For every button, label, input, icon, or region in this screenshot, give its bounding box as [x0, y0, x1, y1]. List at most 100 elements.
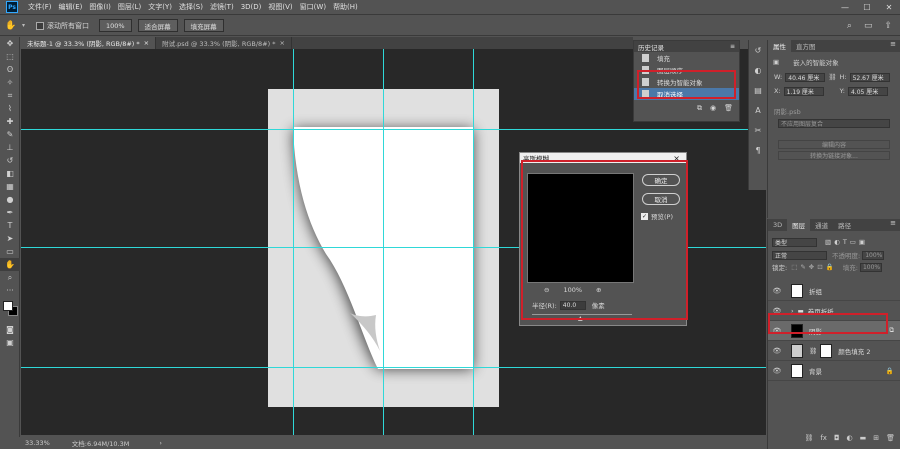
- path-select-icon[interactable]: ➤: [0, 232, 20, 245]
- panel-menu-icon[interactable]: ≡: [890, 219, 900, 231]
- group-icon[interactable]: ▬: [860, 434, 867, 442]
- trash-icon[interactable]: 🗑: [886, 434, 895, 442]
- foreground-color[interactable]: [3, 301, 13, 311]
- camera-icon[interactable]: ◉: [710, 104, 716, 113]
- screen-mode-icon[interactable]: ▣: [0, 336, 20, 349]
- eye-icon[interactable]: 👁: [771, 347, 783, 355]
- scroll-all-windows[interactable]: 滚动所有窗口: [36, 21, 89, 31]
- gradient-tool-icon[interactable]: ▦: [0, 180, 20, 193]
- pen-tool-icon[interactable]: ✒: [0, 206, 20, 219]
- maximize-icon[interactable]: ☐: [856, 0, 878, 15]
- panel-menu-icon[interactable]: ≡: [730, 43, 735, 50]
- x-field[interactable]: 1.19 厘米: [783, 86, 824, 96]
- new-layer-icon[interactable]: ⊞: [873, 434, 879, 442]
- menu-select[interactable]: 选择(S): [179, 2, 203, 12]
- tab-layers[interactable]: 图层: [787, 219, 811, 231]
- add-mask-icon[interactable]: ◘: [834, 434, 840, 442]
- filter-icons[interactable]: ▧◐T▭▣: [825, 238, 868, 246]
- close-icon[interactable]: ×: [144, 39, 149, 47]
- layer-comp-select[interactable]: 不应用图层复合: [778, 119, 890, 128]
- trash-icon[interactable]: 🗑: [724, 104, 733, 113]
- stamp-tool-icon[interactable]: ⊥: [0, 141, 20, 154]
- menu-3d[interactable]: 3D(D): [241, 3, 262, 11]
- hand-tool-icon[interactable]: ✋: [0, 258, 20, 271]
- color-swatches[interactable]: [0, 297, 19, 323]
- lock-icons[interactable]: ⬚✎✥⊡🔒: [791, 263, 837, 271]
- edit-contents-button[interactable]: 编辑内容: [778, 140, 890, 149]
- tab-3d[interactable]: 3D: [768, 219, 787, 231]
- tab-test-psd[interactable]: 附试.psd @ 33.3% (阴影, RGB/8#) * ×: [156, 37, 292, 49]
- convert-to-linked-button[interactable]: 转换为链接对象...: [778, 151, 890, 160]
- eye-icon[interactable]: 👁: [771, 287, 783, 295]
- type-tool-icon[interactable]: T: [0, 219, 20, 232]
- menu-edit[interactable]: 编辑(E): [59, 2, 83, 12]
- eye-icon[interactable]: 👁: [771, 367, 783, 375]
- fill-screen-button[interactable]: 填充屏幕: [183, 19, 224, 32]
- magic-wand-icon[interactable]: ✧: [0, 76, 20, 89]
- quick-mask-icon[interactable]: ◙: [0, 323, 20, 336]
- history-brush-icon[interactable]: ↺: [0, 154, 20, 167]
- workspace-icon[interactable]: ▭: [864, 21, 873, 31]
- lasso-tool-icon[interactable]: ʘ: [0, 63, 20, 76]
- dodge-tool-icon[interactable]: ●: [0, 193, 20, 206]
- menu-help[interactable]: 帮助(H): [333, 2, 358, 12]
- zoom-tool-icon[interactable]: ⌕: [0, 271, 20, 284]
- healing-brush-icon[interactable]: ✚: [0, 115, 20, 128]
- fit-screen-button[interactable]: 适合屏幕: [137, 19, 178, 32]
- menu-view[interactable]: 视图(V): [268, 2, 292, 12]
- tab-paths[interactable]: 路径: [833, 219, 856, 231]
- panel-menu-icon[interactable]: ≡: [890, 40, 900, 52]
- tab-channels[interactable]: 通道: [810, 219, 833, 231]
- character-icon[interactable]: A: [749, 100, 767, 120]
- tab-properties[interactable]: 属性: [768, 40, 791, 52]
- minimize-icon[interactable]: —: [834, 0, 856, 15]
- eraser-tool-icon[interactable]: ◧: [0, 167, 20, 180]
- crop-tool-icon[interactable]: ⌗: [0, 89, 20, 102]
- history-title[interactable]: 历史记录: [638, 42, 664, 52]
- close-icon[interactable]: ✕: [878, 0, 900, 15]
- scroll-all-checkbox[interactable]: [36, 21, 44, 30]
- menu-type[interactable]: 文字(Y): [148, 2, 172, 12]
- search-icon[interactable]: ⌕: [847, 21, 852, 31]
- chevron-right-icon[interactable]: ›: [159, 439, 162, 447]
- eyedropper-icon[interactable]: ⌇: [0, 102, 20, 115]
- marquee-tool-icon[interactable]: ⬚: [0, 50, 20, 63]
- adjustments-icon[interactable]: ◐: [749, 60, 767, 80]
- move-tool-icon[interactable]: ✥: [0, 37, 20, 50]
- new-snapshot-icon[interactable]: ⧉: [697, 104, 702, 113]
- menu-file[interactable]: 文件(F): [28, 2, 52, 12]
- close-icon[interactable]: ×: [279, 39, 284, 47]
- tab-untitled-1[interactable]: 未标题-1 @ 33.3% (阴影, RGB/8#) * ×: [21, 37, 157, 49]
- height-field[interactable]: 52.67 厘米: [849, 72, 890, 82]
- tab-histogram[interactable]: 直方图: [791, 40, 821, 52]
- kind-filter-select[interactable]: 类型: [772, 237, 817, 247]
- history-icon[interactable]: ↺: [749, 40, 767, 60]
- opacity-field[interactable]: 100%: [862, 250, 885, 260]
- paragraph-icon[interactable]: ¶: [749, 140, 767, 160]
- zoom-level[interactable]: 33.33%: [25, 439, 50, 447]
- blend-mode-select[interactable]: 正常: [772, 250, 827, 260]
- fx-icon[interactable]: fx: [820, 434, 827, 442]
- link-icon[interactable]: ⛓: [828, 73, 836, 81]
- chevron-down-icon[interactable]: ▾: [22, 22, 32, 29]
- menu-filter[interactable]: 滤镜(T): [210, 2, 234, 12]
- history-item[interactable]: 填充: [634, 52, 739, 64]
- width-field[interactable]: 40.46 厘米: [785, 72, 826, 82]
- menu-window[interactable]: 窗口(W): [300, 2, 326, 12]
- share-icon[interactable]: ⇪: [884, 21, 892, 31]
- link-layers-icon[interactable]: ⛓: [804, 434, 813, 442]
- fill-field[interactable]: 100%: [859, 262, 882, 272]
- shape-tool-icon[interactable]: ▭: [0, 245, 20, 258]
- menu-image[interactable]: 图像(I): [89, 2, 111, 12]
- menu-layer[interactable]: 图层(L): [118, 2, 141, 12]
- adjustment-layer-icon[interactable]: ◐: [847, 434, 853, 442]
- library-icon[interactable]: ▤: [749, 80, 767, 100]
- brush-tool-icon[interactable]: ✎: [0, 128, 20, 141]
- layer-row[interactable]: 👁 折组: [768, 281, 900, 301]
- more-tools-icon[interactable]: ···: [0, 284, 20, 297]
- zoom-100-button[interactable]: 100%: [99, 19, 132, 32]
- tools-icon[interactable]: ✂: [749, 120, 767, 140]
- y-field[interactable]: 4.05 厘米: [847, 86, 888, 96]
- layer-row[interactable]: 👁 ⛓ 颜色填充 2: [768, 341, 900, 361]
- layer-row[interactable]: 👁 背景 🔒: [768, 361, 900, 381]
